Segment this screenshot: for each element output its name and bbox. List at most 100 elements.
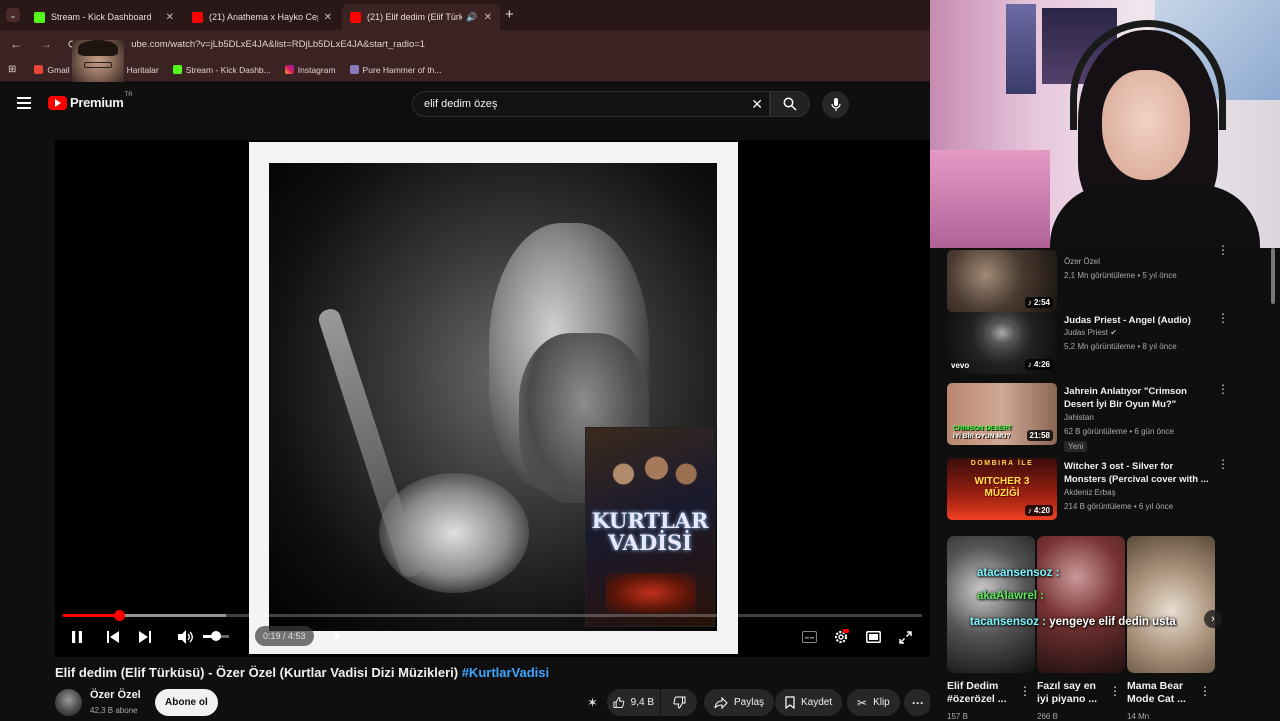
forward-icon[interactable]: → <box>40 37 52 51</box>
url-text[interactable]: ube.com/watch?v=jLb5DLxE4JA&list=RDjLb5D… <box>131 39 425 50</box>
clip-label: Klip <box>873 697 890 708</box>
tab-elif-dedim[interactable]: (21) Elif dedim (Elif Türküsü) 🔊 ✕ <box>342 4 500 30</box>
previous-button[interactable] <box>103 627 123 647</box>
progress-scrubber[interactable] <box>113 610 125 621</box>
more-options-icon[interactable]: ⋮ <box>1217 383 1229 395</box>
tab-search-menu-icon[interactable]: ⌄ <box>6 8 20 22</box>
kick-icon <box>172 65 182 74</box>
video-title-text: Elif dedim (Elif Türküsü) - Özer Özel (K… <box>55 665 459 680</box>
short-thumbnail[interactable] <box>1037 536 1125 673</box>
next-button[interactable] <box>135 627 155 647</box>
rec-title[interactable]: Judas Priest - Angel (Audio) <box>1064 314 1209 327</box>
fullscreen-button[interactable] <box>895 627 915 647</box>
subscribe-button[interactable]: Abone ol <box>155 689 218 716</box>
bookmark-gmail[interactable]: Gmail <box>34 65 70 75</box>
short-thumbnail[interactable] <box>1127 536 1215 673</box>
more-options-icon[interactable]: ⋮ <box>1217 312 1229 324</box>
search-button[interactable] <box>770 91 810 117</box>
clear-search-icon[interactable]: ✕ <box>751 96 763 113</box>
rec-channel[interactable]: Akdeniz Erbaş <box>1064 488 1116 497</box>
video-thumbnail[interactable]: vevo ♪ 4:26 <box>947 312 1057 374</box>
share-arrow-icon <box>714 696 728 709</box>
menu-hamburger-icon[interactable] <box>17 97 31 109</box>
youtube-header: Premium TR elif dedim özeş ✕ <box>0 82 930 126</box>
short-title[interactable]: Elif Dedim #özerözel ... <box>947 680 1019 706</box>
voice-search-button[interactable] <box>822 91 849 118</box>
more-actions-button[interactable]: ··· <box>904 689 932 716</box>
audio-playing-icon[interactable]: 🔊 <box>466 12 477 23</box>
dislike-button[interactable] <box>661 689 697 716</box>
chat-overlay-line: atacansensoz : <box>977 567 1060 579</box>
theater-icon <box>865 631 881 643</box>
recommendation-item[interactable]: ♪ 2:54 Özer Özel 2,1 Mn görüntüleme • 5 … <box>947 244 1229 318</box>
save-button[interactable]: Kaydet <box>775 689 843 716</box>
channel-avatar[interactable] <box>55 689 82 716</box>
rec-channel[interactable]: Jahistan <box>1064 413 1094 422</box>
close-tab-icon[interactable]: ✕ <box>166 12 174 23</box>
verified-check-icon: ✔ <box>1110 328 1117 337</box>
short-title[interactable]: Fazıl say en iyi piyano ... <box>1037 680 1109 706</box>
bookmark-instagram[interactable]: Instagram <box>284 64 336 75</box>
share-button[interactable]: Paylaş <box>704 689 775 716</box>
tab-anathema[interactable]: (21) Anathema x Hayko Cepkin ✕ <box>184 4 340 30</box>
pause-button[interactable] <box>67 627 87 647</box>
apps-grid-icon[interactable]: ⊞ <box>8 64 16 75</box>
video-player[interactable]: KURTLAR VADİSİ 0:19 / 4:53 <box>55 140 930 657</box>
mute-button[interactable] <box>175 627 197 647</box>
face-glasses-icon <box>84 62 112 68</box>
time-display: 0:19 / 4:53 <box>255 626 314 646</box>
recommendation-item[interactable]: DOMBIRA İLE WITCHER 3 MÜZİĞİ ♪ 4:20 Witc… <box>947 458 1229 526</box>
save-label: Kaydet <box>801 697 833 708</box>
close-tab-icon[interactable]: ✕ <box>324 12 332 23</box>
video-thumbnail[interactable]: CRIMSON DESERT İYİ BİR OYUN MU? 21:58 <box>947 383 1057 445</box>
judas-priest-wings-logo <box>984 318 1020 348</box>
volume-slider[interactable] <box>203 631 229 641</box>
more-options-icon[interactable]: ⋮ <box>1217 458 1229 470</box>
youtube-logo[interactable]: Premium TR <box>48 91 133 110</box>
search-query-text: elif dedim özeş <box>424 98 498 110</box>
bookmark-kick[interactable]: Stream - Kick Dashb... <box>172 65 271 75</box>
short-title[interactable]: Mama Bear Mode Cat ... <box>1127 680 1199 706</box>
like-button[interactable]: 9,4 B <box>607 689 660 716</box>
tab-label: (21) Anathema x Hayko Cepkin <box>209 12 318 22</box>
streamer-body <box>1050 185 1260 248</box>
sidebar-scrollbar[interactable] <box>1271 248 1275 304</box>
short-thumbnail[interactable] <box>947 536 1035 673</box>
video-thumbnail[interactable]: DOMBIRA İLE WITCHER 3 MÜZİĞİ ♪ 4:20 <box>947 458 1057 520</box>
gmail-icon <box>34 65 44 74</box>
rec-channel[interactable]: Judas Priest ✔ <box>1064 328 1117 337</box>
logo-region-code: TR <box>124 91 133 98</box>
search-input[interactable]: elif dedim özeş ✕ <box>412 91 770 117</box>
bookmark-label: Instagram <box>297 64 336 75</box>
more-options-icon[interactable]: ⋮ <box>1019 684 1031 698</box>
video-hashtag-link[interactable]: #KurtlarVadisi <box>462 665 549 680</box>
back-icon[interactable]: ← <box>10 37 22 51</box>
clip-button[interactable]: ✂ Klip <box>847 689 900 716</box>
progress-played <box>63 614 119 617</box>
progress-bar[interactable] <box>63 610 922 621</box>
subtitles-button[interactable] <box>799 627 819 647</box>
recommendation-item[interactable]: vevo ♪ 4:26 Judas Priest - Angel (Audio)… <box>947 312 1229 380</box>
recommendation-item[interactable]: CRIMSON DESERT İYİ BİR OYUN MU? 21:58 Ja… <box>947 383 1229 452</box>
close-tab-icon[interactable]: ✕ <box>484 12 492 23</box>
bookmark-pure-hammer[interactable]: Pure Hammer of th... <box>349 65 441 75</box>
volume-knob[interactable] <box>211 631 221 641</box>
ai-sparkle-icon[interactable]: ✶ <box>587 695 603 711</box>
video-thumbnail[interactable]: ♪ 2:54 <box>947 250 1057 312</box>
channel-name[interactable]: Özer Özel <box>90 689 141 701</box>
thumbs-up-icon <box>613 697 625 708</box>
tab-kick-dashboard[interactable]: Stream - Kick Dashboard ✕ <box>26 4 182 30</box>
duration-badge: ♪ 4:20 <box>1024 505 1053 516</box>
more-options-icon[interactable]: ⋮ <box>1109 684 1121 698</box>
settings-button[interactable] <box>831 627 851 647</box>
new-tab-button[interactable]: + <box>505 6 514 23</box>
rec-title[interactable]: Witcher 3 ost - Silver for Monsters (Per… <box>1064 460 1209 486</box>
more-options-icon[interactable]: ⋮ <box>1199 684 1211 698</box>
rec-channel[interactable]: Özer Özel <box>1064 257 1100 266</box>
theater-mode-button[interactable] <box>863 627 883 647</box>
duration-badge: ♪ 2:54 <box>1024 297 1053 308</box>
shorts-next-arrow-icon[interactable]: › <box>1204 610 1222 628</box>
thumb-caption-1: WITCHER 3 <box>974 476 1030 487</box>
rec-title[interactable]: Jahrein Anlatıyor "Crimson Desert İyi Bi… <box>1064 385 1209 411</box>
more-options-icon[interactable]: ⋮ <box>1217 244 1229 256</box>
